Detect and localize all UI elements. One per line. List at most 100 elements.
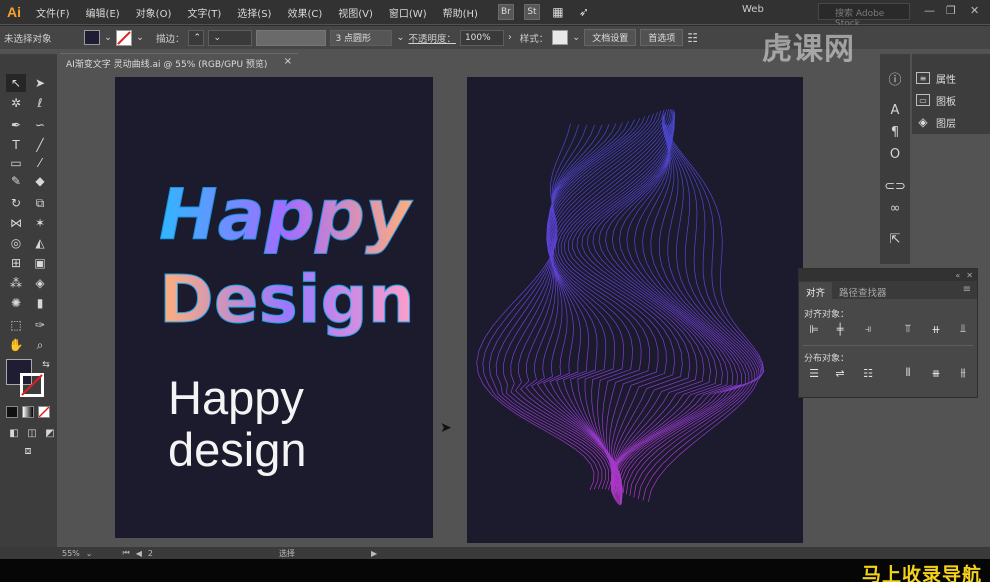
eyedropper-tool-icon[interactable]: ⁂	[6, 274, 26, 292]
draw-mode-icon[interactable]: ◧	[4, 424, 24, 442]
graphic-style-swatch[interactable]	[552, 30, 569, 45]
none-mode-icon[interactable]	[38, 406, 50, 418]
preferences-button[interactable]: 首选项	[640, 29, 684, 46]
plain-text-happy[interactable]: Happy	[168, 374, 304, 421]
align-left-icon[interactable]: ⊫	[805, 321, 823, 337]
curvature-tool-icon[interactable]: ∽	[30, 116, 50, 134]
chevron-down-icon[interactable]: ⌄	[136, 32, 144, 43]
scale-tool-icon[interactable]: ⧉	[30, 194, 50, 212]
direct-selection-tool-icon[interactable]: ➤	[30, 74, 50, 92]
paragraph-icon[interactable]: ¶	[884, 122, 906, 142]
chevron-down-icon[interactable]: ⌄	[572, 32, 580, 43]
align-bottom-icon[interactable]: ⫫	[954, 321, 972, 337]
zoom-level[interactable]: 55%	[62, 549, 80, 558]
perspective-grid-tool-icon[interactable]: ◭	[30, 234, 50, 252]
stroke-color-swatch[interactable]	[20, 373, 44, 397]
info-icon[interactable]: ⓘ	[884, 68, 906, 88]
artboard-number[interactable]: 2	[148, 549, 153, 558]
menu-help[interactable]: 帮助(H)	[435, 5, 486, 20]
align-top-icon[interactable]: ⫪	[899, 321, 917, 337]
previous-artboard-icon[interactable]: ◀	[136, 549, 142, 558]
width-tool-icon[interactable]: ⋈	[6, 214, 26, 232]
bridge-icon[interactable]: Br	[497, 4, 514, 20]
stroke-weight-input[interactable]: ⌄	[208, 29, 253, 46]
character-icon[interactable]: A	[884, 100, 906, 120]
menu-edit[interactable]: 编辑(E)	[78, 5, 128, 20]
chevron-down-icon[interactable]: ⌄	[396, 32, 404, 43]
tab-pathfinder[interactable]: 路径查找器	[832, 282, 894, 299]
stock-icon[interactable]: St	[523, 4, 540, 20]
dock-properties[interactable]: ≡ 属性	[916, 68, 956, 88]
menu-type[interactable]: 文字(T)	[179, 5, 229, 20]
panel-menu-icon[interactable]: ≡	[963, 284, 971, 295]
artboard-tool-icon[interactable]: ⬚	[6, 316, 26, 334]
type-tool-icon[interactable]: T	[6, 136, 26, 154]
stroke-stepper[interactable]: ⌃	[188, 29, 205, 46]
document-tab[interactable]: AI渐变文字 灵动曲线.ai @ 55% (RGB/GPU 预览) ×	[60, 53, 298, 71]
first-artboard-icon[interactable]: ⏮	[122, 548, 129, 558]
shape-builder-tool-icon[interactable]: ◎	[6, 234, 26, 252]
arrange-icon[interactable]: ☷	[687, 31, 698, 45]
links-icon[interactable]: ⊂⊃	[884, 176, 906, 196]
swap-fill-stroke-icon[interactable]: ⇆	[36, 356, 56, 374]
collapse-icon[interactable]: «	[955, 271, 960, 280]
arrange-documents-icon[interactable]: ▦	[550, 4, 566, 20]
stock-search-input[interactable]: 搜索 Adobe Stock	[818, 3, 910, 29]
shaper-tool-icon[interactable]: ✎	[6, 172, 26, 190]
variable-width-profile[interactable]	[256, 29, 327, 46]
opentype-icon[interactable]: O	[884, 144, 906, 164]
line-tool-icon[interactable]: ╱	[30, 136, 50, 154]
distribute-vertical-center-icon[interactable]: ⇌	[831, 365, 849, 381]
export-icon[interactable]: ⇱	[884, 229, 906, 249]
distribute-top-icon[interactable]: ☰	[805, 365, 823, 381]
screen-mode-icon[interactable]: ⧈	[18, 442, 38, 460]
distribute-horizontal-center-icon[interactable]: ⧻	[927, 365, 945, 381]
dock-layers[interactable]: ◈ 图层	[916, 112, 956, 132]
hand-tool-icon[interactable]: ✋	[6, 336, 26, 354]
close-icon[interactable]: ×	[284, 56, 292, 67]
symbol-sprayer-tool-icon[interactable]: ✺	[6, 294, 26, 312]
menu-file[interactable]: 文件(F)	[28, 5, 78, 20]
brush-definition[interactable]: 3 点圆形	[330, 29, 393, 46]
lasso-tool-icon[interactable]: ℓ	[30, 94, 50, 112]
chevron-down-icon[interactable]: ⌄	[86, 549, 93, 558]
gradient-tool-icon[interactable]: ▣	[30, 254, 50, 272]
maximize-icon[interactable]: ❐	[946, 4, 956, 17]
align-right-icon[interactable]: ⫣	[859, 321, 877, 337]
chevron-down-icon[interactable]: ⌄	[104, 32, 112, 43]
rectangle-tool-icon[interactable]: ▭	[6, 154, 26, 172]
close-icon[interactable]: ✕	[970, 4, 979, 17]
slice-tool-icon[interactable]: ✑	[30, 316, 50, 334]
mesh-tool-icon[interactable]: ⊞	[6, 254, 26, 272]
fill-swatch[interactable]	[84, 30, 100, 45]
minimize-icon[interactable]: —	[924, 4, 935, 17]
gradient-mode-icon[interactable]	[22, 406, 34, 418]
next-icon[interactable]: ▶	[371, 549, 377, 558]
zoom-tool-icon[interactable]: ⌕	[30, 336, 50, 354]
dock-artboards[interactable]: ▭ 图板	[916, 90, 956, 110]
align-horizontal-center-icon[interactable]: ╪	[831, 321, 849, 337]
artboard-right[interactable]	[467, 77, 803, 543]
menu-window[interactable]: 窗口(W)	[381, 5, 435, 20]
gpu-performance-icon[interactable]: ➶	[576, 4, 592, 20]
magic-wand-tool-icon[interactable]: ✲	[6, 94, 26, 112]
pen-tool-icon[interactable]: ✒	[6, 116, 26, 134]
distribute-left-icon[interactable]: ⫴	[899, 365, 917, 381]
menu-select[interactable]: 选择(S)	[229, 5, 279, 20]
tab-align[interactable]: 对齐	[799, 282, 833, 299]
distribute-right-icon[interactable]: ⫵	[954, 365, 972, 381]
chevron-right-icon[interactable]: ›	[508, 32, 512, 43]
plain-text-design[interactable]: design	[168, 426, 307, 473]
selection-tool-icon[interactable]: ↖	[6, 74, 26, 92]
draw-behind-icon[interactable]: ◫	[22, 424, 42, 442]
puppet-warp-tool-icon[interactable]: ✶	[30, 214, 50, 232]
document-setup-button[interactable]: 文档设置	[584, 29, 637, 46]
draw-inside-icon[interactable]: ◩	[40, 424, 60, 442]
distribute-bottom-icon[interactable]: ☷	[859, 365, 877, 381]
align-vertical-center-icon[interactable]: ⧺	[927, 321, 945, 337]
creative-cloud-icon[interactable]: ∞	[884, 198, 906, 218]
blend-tool-icon[interactable]: ◈	[30, 274, 50, 292]
stroke-swatch[interactable]	[115, 29, 132, 46]
workspace-switcher[interactable]: Web	[742, 4, 764, 15]
menu-view[interactable]: 视图(V)	[330, 5, 381, 20]
